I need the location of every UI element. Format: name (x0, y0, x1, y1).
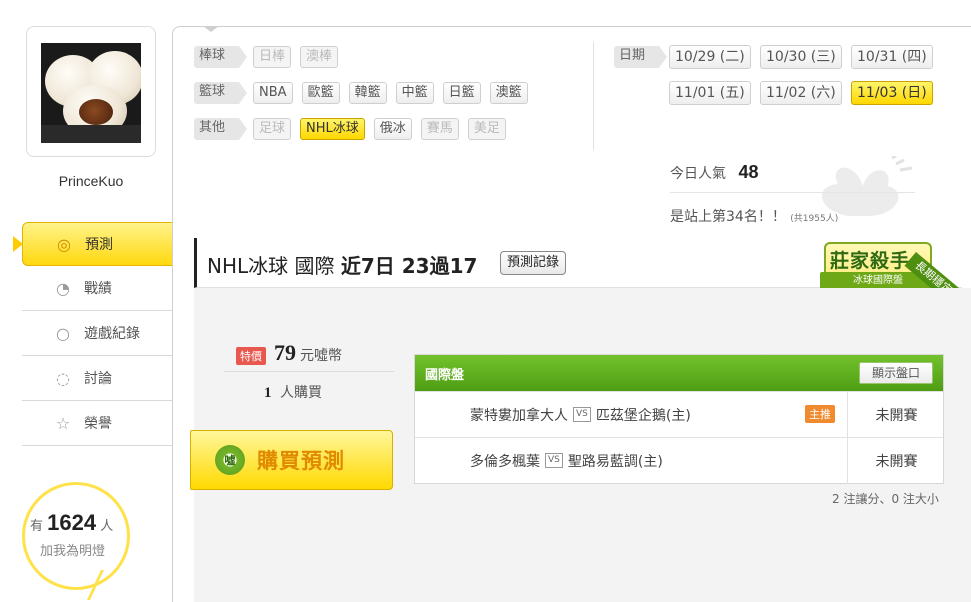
popularity-label: 今日人氣 (670, 166, 726, 182)
prediction-history-button[interactable]: 預測記錄 (500, 251, 567, 275)
date-chip-1030[interactable]: 10/30 (三) (760, 45, 842, 69)
market-table: 國際盤 顯示盤口 蒙特婁加拿大人 VS 匹茲堡企鵝(主) 主推 未開賽 多倫多楓… (414, 354, 944, 484)
date-label: 日期 (614, 46, 668, 68)
buy-prediction-button[interactable]: 噓 購買預測 (190, 430, 393, 490)
avatar-plate (41, 125, 141, 143)
site-rank: 是站上第34名！！ (共1955人) (670, 206, 838, 226)
price-row: 特價 79 元噓幣 (236, 340, 342, 366)
chip-horse-racing: 賽馬 (420, 118, 459, 140)
chip-aus-baseball: 澳棒 (300, 46, 339, 68)
date-chip-1101[interactable]: 11/01 (五) (669, 81, 751, 105)
buyer-count-value: 1 (264, 385, 272, 401)
market-title: 國際盤 (425, 367, 465, 383)
show-odds-button[interactable]: 顯示盤口 (858, 362, 933, 384)
bet-summary: 2 注讓分、0 注大小 (832, 492, 939, 506)
chip-aus-basketball[interactable]: 澳籃 (489, 82, 528, 104)
fan-count: 有 1624 人 (30, 510, 130, 536)
site-rank-note: (共1955人) (790, 214, 839, 224)
prediction-title: NHL冰球 國際 近7日 23過17 (207, 250, 477, 279)
nav-item-label: 榮譽 (84, 416, 112, 432)
price-amount: 79 (274, 340, 296, 365)
nav-item-label: 討論 (84, 371, 112, 387)
chip-japan-basketball[interactable]: 日籃 (442, 82, 481, 104)
buy-prediction-label: 購買預測 (257, 449, 345, 473)
nav-item-honor[interactable]: ☆ 榮譽 (22, 401, 174, 446)
side-nav: ◎ 預測 ◔ 戰績 ○ 遊戲紀錄 ◌ 討論 ☆ 榮譽 (13, 222, 193, 446)
chip-russia-hockey[interactable]: 俄冰 (373, 118, 412, 140)
chip-nba[interactable]: NBA (253, 82, 293, 104)
follow-link[interactable]: 加我為明燈 (40, 540, 105, 559)
avatar-card[interactable] (26, 26, 156, 157)
filter-divider (593, 42, 594, 150)
match-status: 未開賽 (847, 438, 945, 484)
date-chip-1103[interactable]: 11/03 (日) (851, 81, 933, 105)
prediction-league: NHL冰球 國際 (207, 254, 335, 278)
nav-item-predict[interactable]: ◎ 預測 (13, 222, 193, 266)
match-status: 未開賽 (847, 392, 945, 438)
date-chip-1102[interactable]: 11/02 (六) (760, 81, 842, 105)
fan-count-suffix: 人 (100, 519, 114, 534)
popularity-divider (670, 192, 915, 193)
price-divider (224, 371, 394, 372)
buyer-count: 1 人購買 (264, 382, 322, 402)
fan-count-value: 1624 (47, 510, 97, 535)
category-label-basketball: 籃球 (194, 82, 248, 104)
badge-title: 莊家殺手 (830, 250, 911, 272)
chip-nhl-hockey[interactable]: NHL冰球 (300, 118, 365, 140)
nav-item-label: 戰績 (84, 281, 112, 297)
featured-pick-tag: 主推 (805, 405, 835, 423)
category-label-baseball: 棒球 (194, 46, 248, 68)
username[interactable]: PrinceKuo (26, 173, 156, 189)
away-team: 多倫多楓葉 (470, 453, 540, 470)
vs-icon: VS (545, 453, 563, 468)
nav-item-record[interactable]: ◔ 戰績 (22, 266, 174, 311)
chip-soccer: 足球 (253, 118, 292, 140)
match-row: 多倫多楓葉 VS 聖路易藍調(主) 未開賽 (415, 437, 945, 484)
target-icon: ◎ (57, 234, 71, 254)
chip-japan-baseball: 日棒 (253, 46, 292, 68)
fan-count-prefix: 有 (30, 519, 44, 534)
category-row-baseball: 棒球 日棒 澳棒 (194, 45, 347, 69)
nav-item-label: 遊戲紀錄 (84, 326, 140, 342)
nav-item-label: 預測 (85, 237, 113, 253)
buyer-count-label: 人購買 (279, 385, 322, 401)
chip-euro-basketball[interactable]: 歐籃 (301, 82, 340, 104)
home-team: 匹茲堡企鵝(主) (595, 407, 691, 424)
away-team: 蒙特婁加拿大人 (470, 407, 568, 424)
chip-american-football: 美足 (467, 118, 506, 140)
ring-icon: ○ (56, 323, 70, 343)
match-teams: 蒙特婁加拿大人 VS 匹茲堡企鵝(主) (470, 405, 691, 425)
medal-icon: ☆ (55, 413, 71, 433)
chip-china-basketball[interactable]: 中籃 (395, 82, 434, 104)
date-label-wrap: 日期 (614, 45, 673, 69)
vs-icon: VS (573, 407, 591, 422)
chat-icon: ◌ (56, 368, 70, 388)
popularity-value: 48 (738, 162, 759, 182)
price-unit: 元噓幣 (300, 348, 342, 364)
match-teams: 多倫多楓葉 VS 聖路易藍調(主) (470, 451, 663, 471)
category-row-other: 其他 足球 NHL冰球 俄冰 賽馬 美足 (194, 117, 515, 141)
avatar[interactable] (41, 43, 141, 143)
market-table-header: 國際盤 顯示盤口 (415, 355, 943, 391)
avatar-bun-filling (79, 99, 113, 125)
home-team: 聖路易藍調(主) (567, 453, 663, 470)
site-rank-text: 是站上第34名！！ (670, 209, 786, 225)
sale-badge: 特價 (236, 347, 266, 365)
popularity: 今日人氣 48 (670, 162, 758, 183)
match-row: 蒙特婁加拿大人 VS 匹茲堡企鵝(主) 主推 未開賽 (415, 391, 945, 438)
hush-coin-icon: 噓 (215, 445, 245, 475)
chart-bubble-icon: ◔ (56, 278, 70, 298)
date-chip-1031[interactable]: 10/31 (四) (851, 45, 933, 69)
category-row-basketball: 籃球 NBA 歐籃 韓籃 中籃 日籃 澳籃 (194, 81, 537, 105)
nav-item-game-log[interactable]: ○ 遊戲紀錄 (22, 311, 174, 356)
nav-item-discuss[interactable]: ◌ 討論 (22, 356, 174, 401)
category-label-other: 其他 (194, 118, 248, 140)
date-chip-1029[interactable]: 10/29 (二) (669, 45, 751, 69)
chip-korea-basketball[interactable]: 韓籃 (348, 82, 387, 104)
prediction-record: 近7日 23過17 (340, 254, 478, 278)
